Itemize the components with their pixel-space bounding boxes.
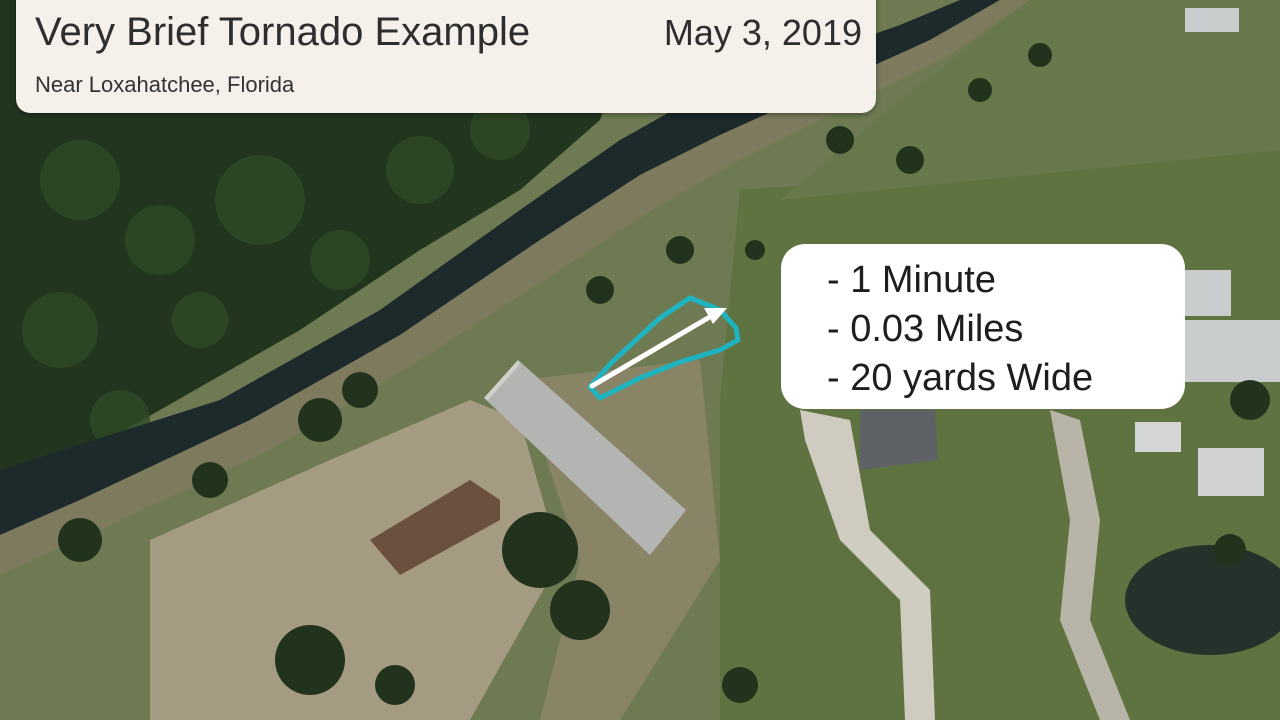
stat-path-length: - 0.03 Miles xyxy=(827,308,1024,350)
stat-duration: - 1 Minute xyxy=(827,259,996,301)
building-right-2 xyxy=(1185,320,1280,382)
tornado-stats-card: - 1 Minute - 0.03 Miles - 20 yards Wide xyxy=(781,244,1185,409)
house-east xyxy=(860,410,938,470)
title-card: Very Brief Tornado Example May 3, 2019 N… xyxy=(16,0,876,113)
building-right-4 xyxy=(1198,448,1264,496)
stat-path-width: - 20 yards Wide xyxy=(827,357,1094,399)
building-right-1 xyxy=(1185,270,1231,316)
page-title: Very Brief Tornado Example xyxy=(35,10,531,54)
location-subtitle: Near Loxahatchee, Florida xyxy=(35,72,295,97)
stats-list: - 1 Minute - 0.03 Miles - 20 yards Wide xyxy=(781,244,1185,403)
building-top-right xyxy=(1185,8,1239,32)
building-right-3 xyxy=(1135,422,1181,452)
event-date: May 3, 2019 xyxy=(663,12,862,53)
